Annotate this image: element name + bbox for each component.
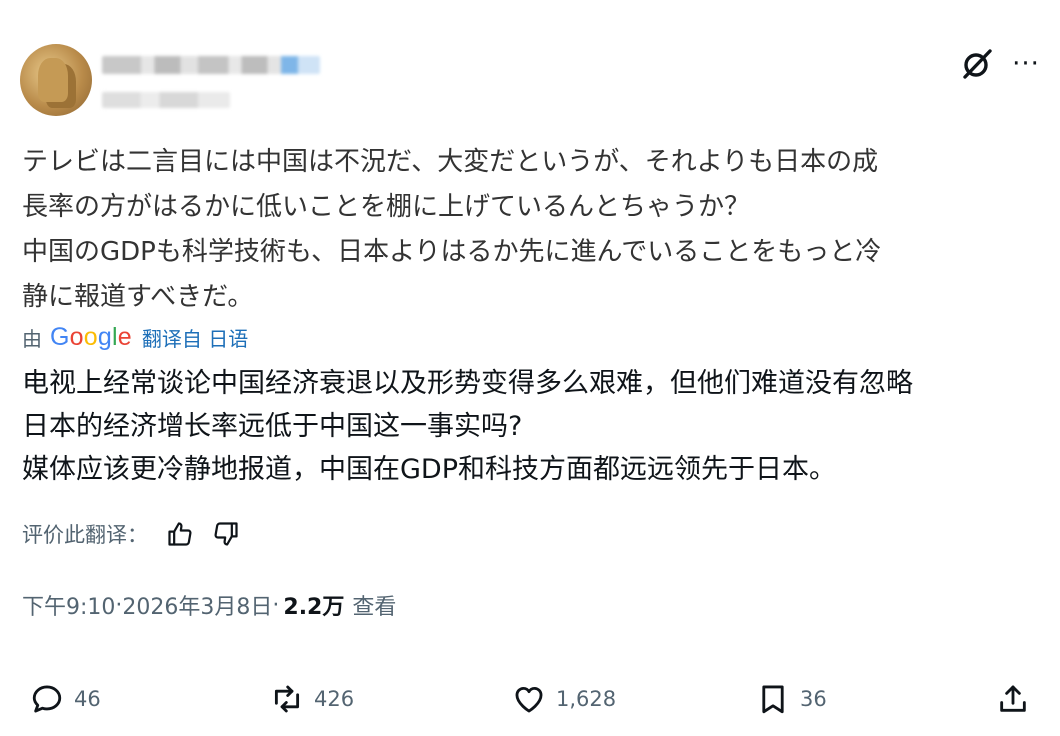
post-date[interactable]: 2026年3月8日 xyxy=(122,589,272,621)
thumbs-down-icon[interactable] xyxy=(212,520,240,548)
reply-button[interactable]: 46 xyxy=(30,672,101,726)
translated-by-prefix: 由 xyxy=(22,326,42,351)
views-label: 查看 xyxy=(352,595,397,620)
translated-line: 电视上经常谈论中国经济衰退以及形势变得多么艰难，但他们难道没有忽略 xyxy=(22,368,913,399)
blurred-display-name[interactable] xyxy=(102,56,320,74)
thumbs-up-icon[interactable] xyxy=(166,520,194,548)
post-metadata: 下午9:10 · 2026年3月8日 · 2.2万 查看 xyxy=(22,586,396,624)
views-count: 2.2万 xyxy=(283,595,345,620)
translated-from-link[interactable]: 翻译自 日语 xyxy=(142,323,248,352)
grok-icon[interactable] xyxy=(960,47,994,81)
reply-icon xyxy=(30,682,64,716)
share-icon xyxy=(996,682,1030,716)
original-line: 中国のGDPも科学技術も、日本よりはるか先に進んでいることをもっと冷 xyxy=(22,237,882,267)
repost-button[interactable]: 426 xyxy=(270,672,354,726)
translated-line: 媒体应该更冷静地报道，中国在GDP和科技方面都远远领先于日本。 xyxy=(22,454,836,485)
bookmark-icon xyxy=(756,682,790,716)
translation-attribution: 由 Google 翻译自 日语 xyxy=(22,320,248,354)
rate-translation: 评价此翻译： xyxy=(22,516,240,552)
more-options-icon[interactable]: ··· xyxy=(1010,50,1042,78)
heart-icon xyxy=(512,682,546,716)
translated-line: 日本的经济增长率远低于中国这一事实吗? xyxy=(22,411,523,442)
translated-post-text: 电视上经常谈论中国经济衰退以及形势变得多么艰难，但他们难道没有忽略 日本的经济增… xyxy=(22,362,1042,491)
user-avatar[interactable] xyxy=(20,44,92,116)
like-count: 1,628 xyxy=(556,687,617,711)
original-line: テレビは二言目には中国は不況だ、大変だというが、それよりも日本の成 xyxy=(22,147,879,177)
google-logo: Google xyxy=(50,322,132,351)
repost-count: 426 xyxy=(314,687,355,711)
original-post-text: テレビは二言目には中国は不況だ、大変だというが、それよりも日本の成 長率の方がは… xyxy=(22,140,1042,320)
like-button[interactable]: 1,628 xyxy=(512,672,616,726)
blurred-username[interactable] xyxy=(102,92,230,108)
original-line: 静に報道すべきだ。 xyxy=(22,282,254,312)
rate-translation-label: 评价此翻译： xyxy=(22,523,148,547)
reply-count: 46 xyxy=(74,687,101,711)
original-line: 長率の方がはるかに低いことを棚に上げているんとちゃうか？ xyxy=(22,192,751,222)
bookmark-count: 36 xyxy=(800,687,827,711)
meta-separator: · xyxy=(115,592,123,618)
bookmark-button[interactable]: 36 xyxy=(756,672,827,726)
post-header: ··· xyxy=(0,0,1060,130)
share-button[interactable] xyxy=(996,672,1030,726)
meta-separator: · xyxy=(272,592,280,618)
repost-icon xyxy=(270,682,304,716)
action-bar: 46 426 1,628 36 xyxy=(0,672,1060,726)
post-time[interactable]: 下午9:10 xyxy=(22,589,115,621)
